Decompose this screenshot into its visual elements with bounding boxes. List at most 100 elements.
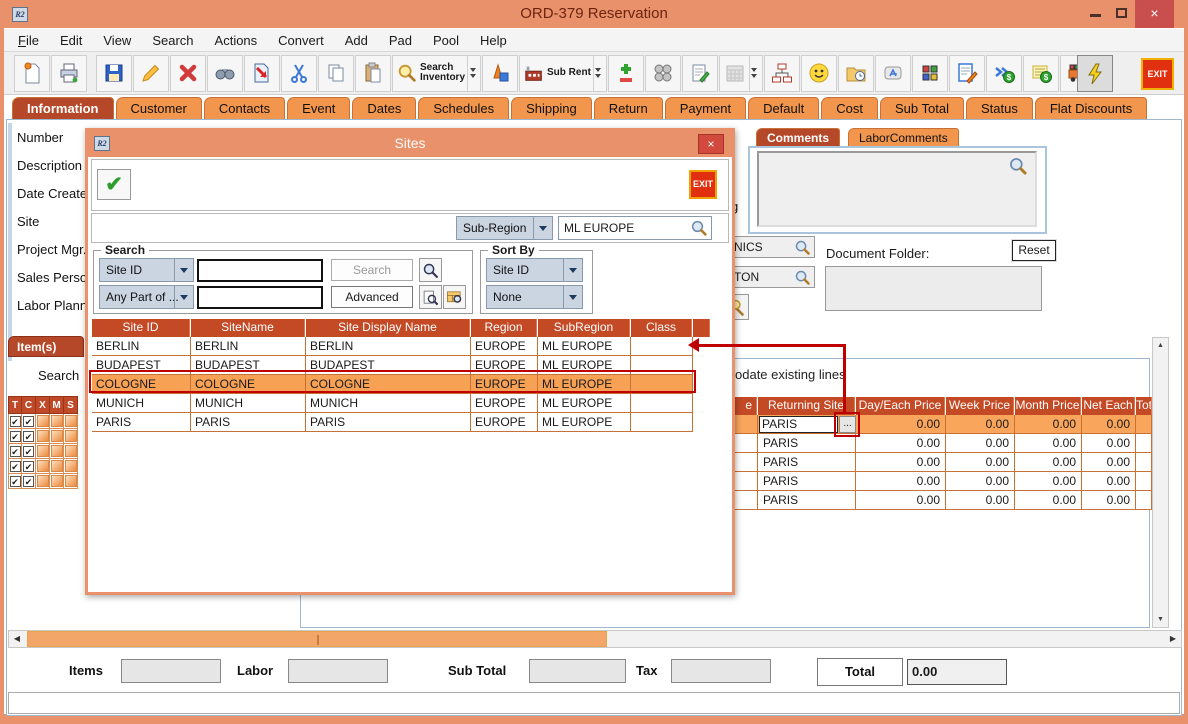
sub-rent-button[interactable]: Sub Rent [519, 55, 607, 92]
flag-cell[interactable] [36, 459, 50, 474]
menu-view[interactable]: View [103, 33, 131, 48]
advanced-find-icon-button[interactable] [419, 285, 442, 309]
sites-col-class[interactable]: Class [631, 319, 692, 337]
search-inventory-dropdown[interactable] [467, 56, 477, 91]
org-chart-button[interactable] [764, 55, 800, 92]
close-button[interactable]: × [1135, 0, 1174, 28]
menu-search[interactable]: Search [152, 33, 193, 48]
money-transfer-button[interactable]: $ [986, 55, 1022, 92]
menu-edit[interactable]: Edit [60, 33, 82, 48]
tab-default[interactable]: Default [748, 97, 819, 119]
filter-field-dropdown[interactable]: Sub-Region [456, 216, 553, 240]
flag-cell[interactable] [50, 459, 64, 474]
menu-pool[interactable]: Pool [433, 33, 459, 48]
search-icon[interactable] [794, 269, 811, 289]
sites-col-display-name[interactable]: Site Display Name [306, 319, 470, 337]
tab-sub-total[interactable]: Sub Total [880, 97, 964, 119]
tab-cost[interactable]: Cost [821, 97, 878, 119]
copy-button[interactable] [318, 55, 354, 92]
flag-cell[interactable] [50, 474, 64, 489]
comments-textarea[interactable] [757, 151, 1037, 227]
tab-flat-discounts[interactable]: Flat Discounts [1035, 97, 1147, 119]
comments-search-icon[interactable] [1008, 156, 1028, 179]
find-button[interactable] [207, 55, 243, 92]
add-remove-button[interactable] [608, 55, 644, 92]
sites-col-site-name[interactable]: SiteName [191, 319, 305, 337]
sort-secondary-dropdown[interactable]: None [486, 285, 583, 309]
checkbox-checked[interactable]: ✔ [22, 459, 36, 474]
returning-site-editor[interactable]: PARIS [759, 416, 838, 433]
col-month-price[interactable]: Month Price [1015, 397, 1081, 415]
search-value-input-2[interactable] [197, 286, 323, 309]
checkbox-checked[interactable]: ✔ [8, 429, 22, 444]
tab-items[interactable]: Item(s) [8, 336, 84, 357]
flag-cell[interactable] [50, 414, 64, 429]
flag-cell[interactable] [36, 474, 50, 489]
search-button[interactable]: Search [331, 259, 413, 281]
search-icon[interactable] [794, 239, 811, 259]
scroll-right-icon[interactable]: ▶ [1165, 631, 1181, 647]
menu-file[interactable]: File [18, 33, 39, 48]
col-total-fragment[interactable]: Tot [1136, 397, 1152, 415]
quote-lightning-button[interactable] [1077, 55, 1113, 92]
scroll-left-icon[interactable]: ◀ [9, 631, 25, 647]
flag-cell[interactable] [50, 429, 64, 444]
vertical-scrollbar[interactable]: ▲ ▼ [1152, 337, 1169, 628]
flag-cell[interactable] [64, 474, 78, 489]
checkbox-checked[interactable]: ✔ [8, 444, 22, 459]
scrollbar-thumb[interactable] [27, 631, 607, 647]
sites-col-site-id[interactable]: Site ID [92, 319, 190, 337]
sites-col-subregion[interactable]: SubRegion [538, 319, 630, 337]
reset-button[interactable]: Reset [1012, 240, 1056, 261]
tab-schedules[interactable]: Schedules [418, 97, 509, 119]
search-match-dropdown[interactable]: Any Part of ... [99, 285, 194, 309]
col-day-each-price[interactable]: Day/Each Price [856, 397, 945, 415]
advanced-search-button[interactable]: Advanced [331, 286, 413, 308]
tab-shipping[interactable]: Shipping [511, 97, 592, 119]
tab-return[interactable]: Return [594, 97, 663, 119]
col-net-each[interactable]: Net Each [1082, 397, 1135, 415]
toolbar-exit-button[interactable]: EXIT [1141, 58, 1174, 90]
col-week-price[interactable]: Week Price [946, 397, 1014, 415]
horizontal-scrollbar[interactable]: ◀ ▶ [8, 630, 1182, 648]
money-note-button[interactable]: $ [1023, 55, 1059, 92]
calendar-button[interactable] [719, 55, 763, 92]
cut-button[interactable] [281, 55, 317, 92]
customer-smiley-button[interactable] [801, 55, 837, 92]
search-inventory-button[interactable]: SearchInventory [392, 55, 481, 92]
tab-contacts[interactable]: Contacts [204, 97, 285, 119]
filter-value-field[interactable]: ML EUROPE [558, 216, 712, 240]
sites-exit-button[interactable]: EXIT [689, 170, 717, 199]
menu-pad[interactable]: Pad [389, 33, 412, 48]
tab-information[interactable]: Information [12, 97, 114, 119]
calendar-dropdown[interactable] [749, 56, 759, 91]
checkbox-checked[interactable]: ✔ [8, 459, 22, 474]
search-value-input[interactable] [197, 259, 323, 282]
checkbox-checked[interactable]: ✔ [8, 474, 22, 489]
tab-event[interactable]: Event [287, 97, 350, 119]
sites-col-region[interactable]: Region [471, 319, 537, 337]
maximize-button[interactable] [1116, 8, 1127, 18]
sites-dialog-close-button[interactable]: × [698, 134, 724, 154]
tab-comments[interactable]: Comments [756, 128, 840, 147]
paste-button[interactable] [355, 55, 391, 92]
new-document-button[interactable] [14, 55, 50, 92]
tab-dates[interactable]: Dates [352, 97, 416, 119]
flag-cell[interactable] [64, 444, 78, 459]
scroll-up-icon[interactable]: ▲ [1153, 338, 1168, 353]
menu-add[interactable]: Add [345, 33, 368, 48]
group-query-button[interactable] [645, 55, 681, 92]
table-find-icon-button[interactable] [443, 285, 466, 309]
flag-cell[interactable] [64, 414, 78, 429]
flag-cell[interactable] [36, 414, 50, 429]
tab-status[interactable]: Status [966, 97, 1033, 119]
folder-history-button[interactable] [838, 55, 874, 92]
print-button[interactable] [51, 55, 87, 92]
search-field-dropdown[interactable]: Site ID [99, 258, 194, 282]
sub-rent-dropdown[interactable] [593, 56, 603, 91]
menu-help[interactable]: Help [480, 33, 507, 48]
save-button[interactable] [96, 55, 132, 92]
checkbox-checked[interactable]: ✔ [22, 414, 36, 429]
checkbox-checked[interactable]: ✔ [22, 474, 36, 489]
keyboard-button[interactable] [875, 55, 911, 92]
